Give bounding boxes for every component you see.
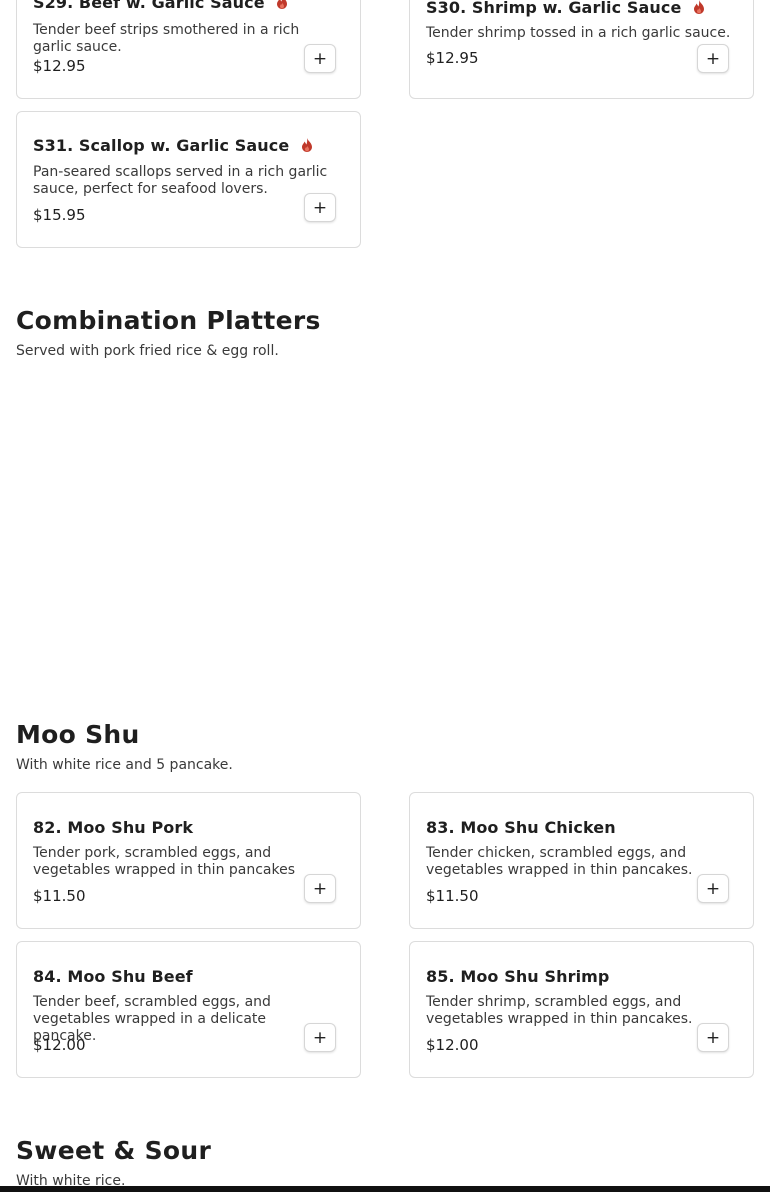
menu-item-name: S29. Beef w. Garlic Sauce bbox=[33, 0, 288, 13]
plus-icon: + bbox=[705, 878, 721, 899]
menu-item-description: Tender shrimp, scrambled eggs, and veget… bbox=[426, 994, 693, 1027]
menu-item-price: $12.00 bbox=[426, 1036, 479, 1054]
flame-icon bbox=[693, 0, 705, 18]
menu-item-card[interactable]: S31. Scallop w. Garlic Sauce Pan-seared … bbox=[16, 111, 361, 248]
menu-item-price: $12.95 bbox=[33, 57, 86, 75]
plus-icon: + bbox=[312, 48, 328, 69]
section-title-combination-platters: Combination Platters bbox=[16, 306, 321, 335]
add-to-cart-button[interactable]: + bbox=[697, 44, 729, 73]
menu-item-name: S31. Scallop w. Garlic Sauce bbox=[33, 136, 313, 156]
add-to-cart-button[interactable]: + bbox=[697, 1023, 729, 1052]
menu-item-description: Tender shrimp tossed in a rich garlic sa… bbox=[426, 25, 731, 41]
menu-item-description: Tender beef strips smothered in a rich g… bbox=[33, 22, 300, 55]
menu-item-title: S29. Beef w. Garlic Sauce bbox=[33, 0, 265, 12]
add-to-cart-button[interactable]: + bbox=[304, 1023, 336, 1052]
menu-item-price: $12.95 bbox=[426, 49, 479, 67]
menu-item-card[interactable]: 85. Moo Shu Shrimp Tender shrimp, scramb… bbox=[409, 941, 754, 1078]
plus-icon: + bbox=[705, 1027, 721, 1048]
menu-item-price: $11.50 bbox=[426, 887, 479, 905]
menu-item-title: S31. Scallop w. Garlic Sauce bbox=[33, 136, 290, 155]
menu-item-name: 83. Moo Shu Chicken bbox=[426, 818, 616, 837]
menu-item-name: 84. Moo Shu Beef bbox=[33, 967, 193, 986]
menu-item-name: S30. Shrimp w. Garlic Sauce bbox=[426, 0, 705, 18]
add-to-cart-button[interactable]: + bbox=[304, 874, 336, 903]
add-to-cart-button[interactable]: + bbox=[304, 44, 336, 73]
section-subtitle: Served with pork fried rice & egg roll. bbox=[16, 343, 279, 359]
plus-icon: + bbox=[312, 1027, 328, 1048]
plus-icon: + bbox=[312, 197, 328, 218]
menu-item-title: S30. Shrimp w. Garlic Sauce bbox=[426, 0, 682, 17]
section-title-sweet-sour: Sweet & Sour bbox=[16, 1136, 212, 1165]
flame-icon bbox=[276, 0, 288, 13]
menu-item-price: $15.95 bbox=[33, 206, 86, 224]
plus-icon: + bbox=[312, 878, 328, 899]
section-title-moo-shu: Moo Shu bbox=[16, 720, 140, 749]
menu-item-description: Tender chicken, scrambled eggs, and vege… bbox=[426, 845, 693, 878]
menu-item-card[interactable]: 82. Moo Shu Pork Tender pork, scrambled … bbox=[16, 792, 361, 929]
menu-item-name: 82. Moo Shu Pork bbox=[33, 818, 194, 837]
flame-icon bbox=[301, 137, 313, 156]
menu-item-name: 85. Moo Shu Shrimp bbox=[426, 967, 610, 986]
menu-item-price: $12.00 bbox=[33, 1036, 86, 1054]
add-to-cart-button[interactable]: + bbox=[304, 193, 336, 222]
menu-item-description: Pan-seared scallops served in a rich gar… bbox=[33, 164, 328, 197]
menu-item-description: Tender pork, scrambled eggs, and vegetab… bbox=[33, 845, 296, 878]
menu-item-card[interactable]: S29. Beef w. Garlic Sauce Tender beef st… bbox=[16, 0, 361, 99]
plus-icon: + bbox=[705, 48, 721, 69]
menu-item-card[interactable]: 84. Moo Shu Beef Tender beef, scrambled … bbox=[16, 941, 361, 1078]
menu-item-card[interactable]: S30. Shrimp w. Garlic Sauce Tender shrim… bbox=[409, 0, 754, 99]
section-subtitle: With white rice and 5 pancake. bbox=[16, 757, 233, 773]
add-to-cart-button[interactable]: + bbox=[697, 874, 729, 903]
menu-item-price: $11.50 bbox=[33, 887, 86, 905]
menu-item-card[interactable]: 83. Moo Shu Chicken Tender chicken, scra… bbox=[409, 792, 754, 929]
bottom-bar bbox=[0, 1186, 770, 1192]
